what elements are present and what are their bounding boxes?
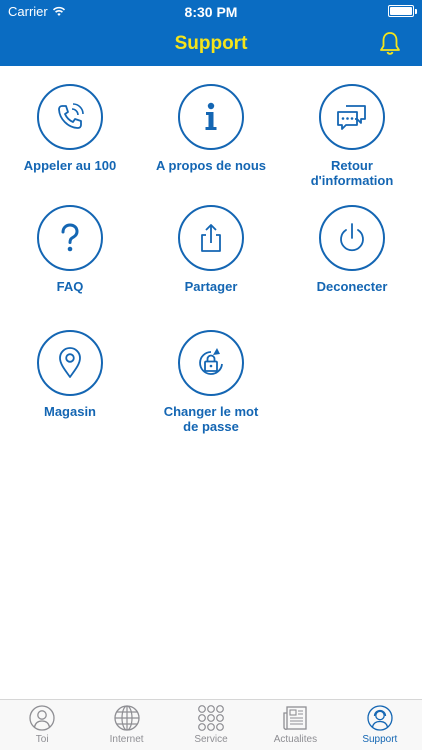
- menu-item-label: Retour d'information: [310, 158, 394, 188]
- bell-icon[interactable]: [378, 31, 402, 57]
- user-icon: [29, 705, 55, 731]
- menu-item-label: Appeler au 100: [23, 158, 117, 173]
- menu-item-logout[interactable]: Deconecter: [282, 205, 422, 294]
- power-icon: [319, 205, 385, 271]
- location-pin-icon: [37, 330, 103, 396]
- tab-label: Actualites: [273, 734, 318, 745]
- status-bar: Carrier 8:30 PM: [0, 0, 422, 22]
- question-icon: [37, 205, 103, 271]
- feedback-icon: [319, 84, 385, 150]
- tab-actualites[interactable]: Actualites: [253, 700, 337, 750]
- phone-icon: [37, 84, 103, 150]
- tab-label: Toi: [35, 734, 49, 745]
- menu-item-about[interactable]: A propos de nous: [141, 84, 281, 173]
- menu-item-label: Deconecter: [316, 279, 388, 294]
- info-icon: [178, 84, 244, 150]
- menu-item-share[interactable]: Partager: [141, 205, 281, 294]
- lock-refresh-icon: [178, 330, 244, 396]
- tab-service[interactable]: Service: [169, 700, 253, 750]
- menu-item-label: A propos de nous: [155, 158, 267, 173]
- menu-item-label: Magasin: [43, 404, 96, 419]
- menu-item-label: Partager: [184, 279, 238, 294]
- app-header: Carrier 8:30 PM Support: [0, 0, 422, 66]
- tab-label: Service: [194, 734, 228, 745]
- battery-icon: [388, 5, 417, 17]
- tab-label: Support: [362, 734, 398, 745]
- tab-toi[interactable]: Toi: [0, 700, 84, 750]
- tab-support[interactable]: Support: [338, 700, 422, 750]
- status-time: 8:30 PM: [184, 4, 238, 20]
- menu-item-faq[interactable]: FAQ: [0, 205, 140, 294]
- tab-label: Internet: [109, 734, 144, 745]
- menu-item-label: FAQ: [56, 279, 84, 294]
- menu-item-feedback[interactable]: Retour d'information: [282, 84, 422, 188]
- menu-item-change-password[interactable]: Changer le mot de passe: [141, 330, 281, 434]
- menu-item-label: Changer le mot de passe: [163, 404, 259, 434]
- globe-icon: [113, 705, 140, 731]
- menu-item-store[interactable]: Magasin: [0, 330, 140, 419]
- share-icon: [178, 205, 244, 271]
- support-agent-icon: [367, 705, 393, 731]
- page-title: Support: [174, 33, 248, 54]
- menu-item-call[interactable]: Appeler au 100: [0, 84, 140, 173]
- grid-dots-icon: [198, 705, 224, 731]
- tab-bar: Toi Internet Service Actualites Support: [0, 699, 422, 750]
- tab-internet[interactable]: Internet: [84, 700, 168, 750]
- newspaper-icon: [283, 706, 308, 730]
